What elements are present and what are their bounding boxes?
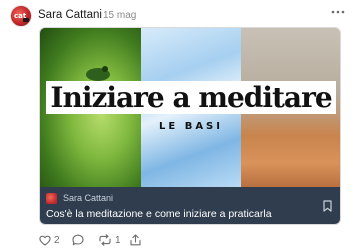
share-button[interactable] [130,233,141,247]
restack-count: 1 [115,234,121,246]
author-name[interactable]: Sara Cattani [38,9,102,21]
heart-icon [39,235,51,246]
avatar[interactable]: cat [10,5,32,27]
link-title[interactable]: Cos'è la meditazione e come iniziare a p… [46,208,272,220]
more-horizontal-icon[interactable] [330,6,346,20]
post-date: 15 mag [103,10,137,21]
like-count: 2 [54,234,60,246]
bookmark-icon[interactable] [323,199,332,212]
publication-name: Sara Cattani [63,193,114,203]
share-icon [130,234,141,246]
card-footer: Sara Cattani Cos'è la meditazione e come… [40,187,340,224]
frog-eye [102,66,108,72]
link-preview-card[interactable]: Iniziare a meditare LE BASI Sara Cattani… [39,27,341,225]
hero-title: Iniziare a meditare [40,80,340,116]
restack-icon [98,234,112,246]
publication-logo [46,193,57,204]
like-button[interactable]: 2 [39,233,60,247]
post-header: cat Sara Cattani 15 mag [10,5,346,29]
hero-image: Iniziare a meditare LE BASI [40,28,340,187]
hero-subtitle: LE BASI [159,121,223,132]
post-actions: 2 1 [39,233,239,249]
hero-title-text: Iniziare a meditare [46,81,336,114]
comment-icon [72,234,84,246]
avatar-mark [23,18,29,22]
restack-button[interactable]: 1 [98,233,121,247]
comment-button[interactable] [72,233,87,247]
